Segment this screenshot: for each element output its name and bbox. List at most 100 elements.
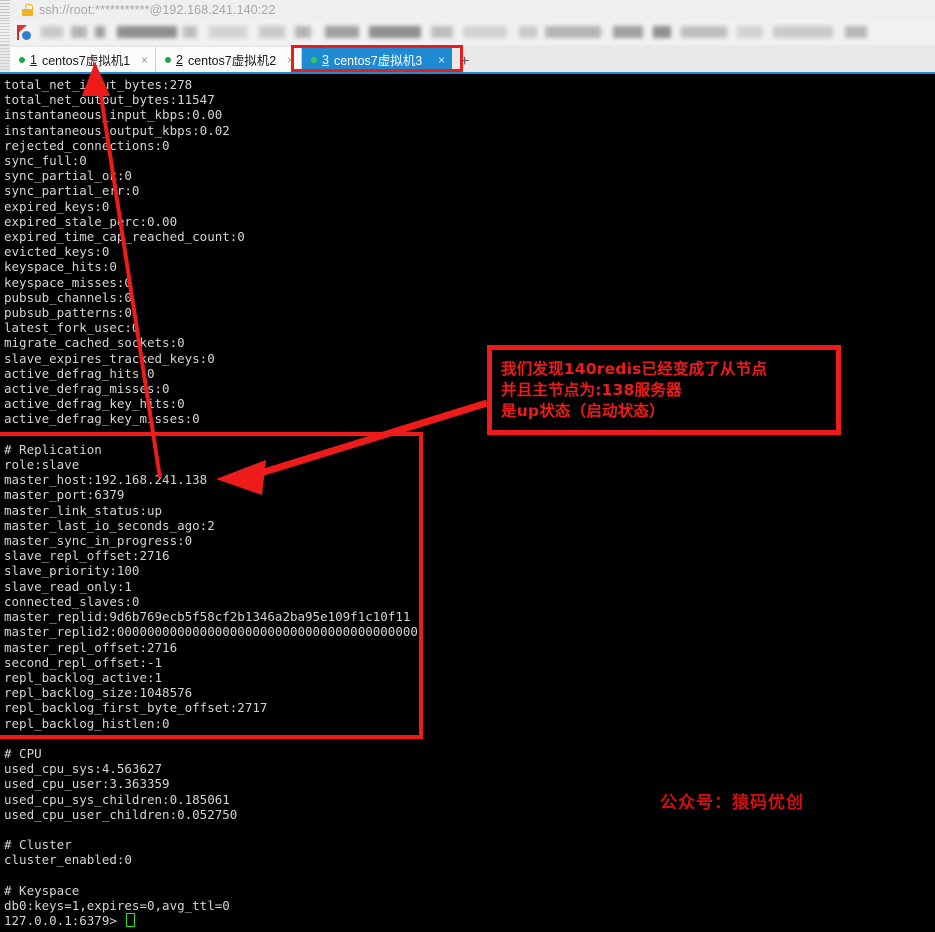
terminal-line: connected_slaves:0 [4,593,140,609]
terminal-line: master_sync_in_progress:0 [4,533,193,549]
toolbar-blurred-item [737,26,763,38]
terminal-line: migrate_cached_sockets:0 [4,335,185,351]
toolbar-blurred-item [519,26,537,38]
tab-index-1: 1 [30,52,37,67]
window-title: ssh://root:***********@192.168.241.140:2… [39,3,276,17]
toolbar-blurred-item [325,26,359,38]
terminal-line: repl_backlog_first_byte_offset:2717 [4,700,268,716]
terminal-line: # CPU [4,745,42,761]
sidebar-item-tab-3[interactable]: 3 centos7虚拟机3 × [302,47,452,72]
terminal-line: active_defrag_hits:0 [4,365,155,381]
title-bar: ssh://root:***********@192.168.241.140:2… [0,0,935,20]
terminal-line: active_defrag_key_hits:0 [4,396,185,412]
lock-icon [22,4,33,16]
close-icon[interactable]: × [141,54,148,66]
toolbar-blurred-item [71,26,87,38]
toolbar-blurred-item [681,26,727,38]
terminal-line: db0:keys=1,expires=0,avg_ttl=0 [4,897,230,913]
toolbar-blurred-item [117,26,177,38]
terminal-line: sync_partial_ok:0 [4,168,132,184]
terminal-line: master_link_status:up [4,502,163,518]
close-icon[interactable]: × [287,54,294,66]
terminal-line: used_cpu_user:3.363359 [4,776,170,792]
terminal-line: master_replid2:0000000000000000000000000… [4,624,418,640]
terminal-line: sync_partial_err:0 [4,183,140,199]
terminal-line: slave_priority:100 [4,563,140,579]
tab-label-2: centos7虚拟机2 [187,54,277,68]
toolbar-blurred-item [613,26,643,38]
toolbar-grip [0,20,10,45]
bookmark-flag-icon[interactable] [17,24,33,41]
tab-status-dot-icon [165,56,171,63]
sidebar-item-tab-2[interactable]: 2 centos7虚拟机2 × [156,47,302,72]
tab-index-2: 2 [176,52,183,67]
terminal-line: # Keyspace [4,882,80,898]
toolbar-blurred-item [95,26,105,38]
terminal-line: instantaneous_output_kbps:0.02 [4,122,230,138]
terminal-line: sync_full:0 [4,153,87,169]
tab-strip: 1 centos7虚拟机1 × 2 centos7虚拟机2 × 3 centos… [0,45,935,74]
toolbar-blurred-item [653,26,671,38]
tab-status-dot-icon [19,56,25,63]
new-tab-button[interactable]: + [452,54,475,72]
terminal-line: slave_repl_offset:2716 [4,548,170,564]
terminal-line: active_defrag_key_misses:0 [4,411,200,427]
toolbar-blurred-item [845,26,867,38]
close-icon[interactable]: × [438,54,445,66]
terminal-line: repl_backlog_active:1 [4,669,163,685]
terminal-prompt-line: 127.0.0.1:6379> [4,913,935,928]
terminal-line: master_port:6379 [4,487,125,503]
tab-status-dot-icon [311,56,317,63]
terminal-line: evicted_keys:0 [4,244,110,260]
window-grip [0,0,10,20]
terminal-line: slave_expires_tracked_keys:0 [4,350,215,366]
toolbar-blurred-item [545,26,601,38]
terminal-line: # Cluster [4,837,72,853]
toolbar [0,20,935,45]
toolbar-blurred-item [369,26,421,38]
toolbar-blurred-item [183,26,197,38]
toolbar-blurred-item [41,26,63,38]
terminal-line: used_cpu_sys:4.563627 [4,761,163,777]
toolbar-blurred-item [209,26,247,38]
terminal-line: total_net_output_bytes:11547 [4,92,215,108]
terminal-app-window: ssh://root:***********@192.168.241.140:2… [0,0,935,932]
terminal-line: role:slave [4,457,80,473]
terminal-line: used_cpu_sys_children:0.185061 [4,791,230,807]
terminal-line: pubsub_patterns:0 [4,305,132,321]
toolbar-blurred-item [431,26,453,38]
terminal-line: second_repl_offset:-1 [4,654,163,670]
toolbar-blurred-item [295,26,311,38]
terminal-cursor [126,913,136,928]
tabstrip-grip [0,45,10,72]
terminal-line: rejected_connections:0 [4,137,170,153]
terminal-line: keyspace_hits:0 [4,259,117,275]
terminal-line: master_replid:9d6b769ecb5f58cf2b1346a2ba… [4,609,411,625]
terminal-line: total_net_input_bytes:278 [4,77,193,92]
terminal-output[interactable]: total_net_input_bytes:278 total_net_outpu… [0,74,935,932]
terminal-line: instantaneous_input_kbps:0.00 [4,107,223,123]
terminal-line: used_cpu_user_children:0.052750 [4,806,238,822]
sidebar-item-tab-1[interactable]: 1 centos7虚拟机1 × [10,47,156,72]
terminal-line: master_last_io_seconds_ago:2 [4,517,215,533]
terminal-line: # Replication [4,441,102,457]
terminal-line: cluster_enabled:0 [4,852,132,868]
terminal-line: repl_backlog_histlen:0 [4,715,170,731]
terminal-line: expired_stale_perc:0.00 [4,213,178,229]
terminal-line: keyspace_misses:0 [4,274,132,290]
terminal-line: latest_fork_usec:0 [4,320,140,336]
terminal-line: master_host:192.168.241.138 [4,472,208,488]
terminal-line: repl_backlog_size:1048576 [4,685,193,701]
terminal-line: master_repl_offset:2716 [4,639,178,655]
tab-label-1: centos7虚拟机1 [41,54,131,68]
toolbar-blurred-items [33,20,935,45]
tab-label-3: centos7虚拟机3 [333,54,423,68]
terminal-line: expired_keys:0 [4,198,110,214]
tab-index-3: 3 [322,52,329,67]
terminal-line: active_defrag_misses:0 [4,381,170,397]
terminal-line: pubsub_channels:0 [4,289,132,305]
